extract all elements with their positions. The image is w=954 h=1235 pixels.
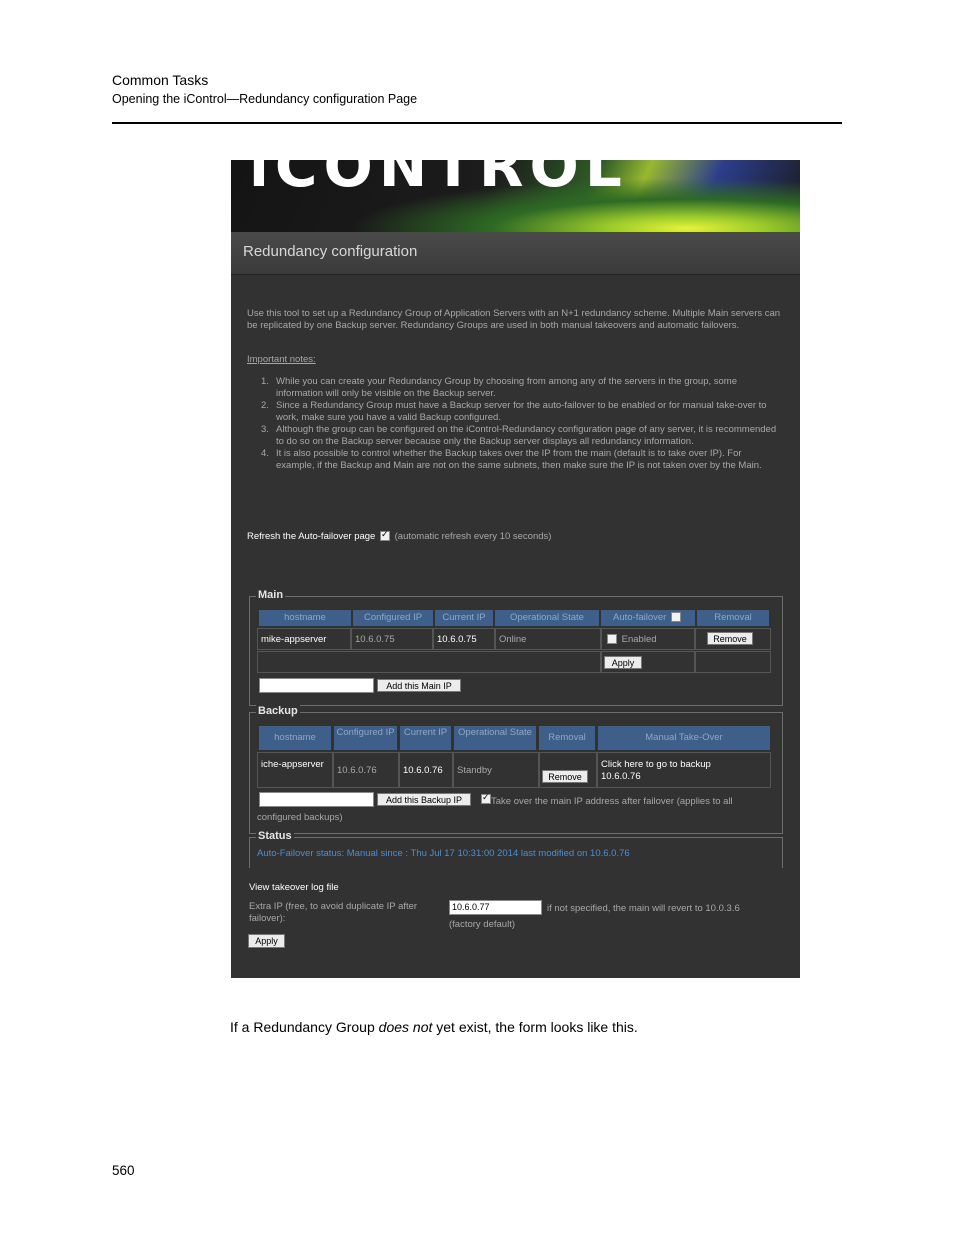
page-title: Redundancy configuration — [243, 243, 418, 260]
main-enabled-checkbox[interactable] — [607, 634, 617, 645]
running-header-subsection: Opening the iControl—Redundancy configur… — [112, 92, 418, 106]
main-apply-row — [257, 651, 601, 673]
intro-text: Use this tool to set up a Redundancy Gro… — [247, 308, 781, 331]
title-band: Redundancy configuration — [231, 232, 800, 275]
backup-legend: Backup — [256, 705, 300, 717]
main-state-cell: Online — [495, 628, 601, 650]
icontrol-logo: iCONTROL — [249, 160, 628, 200]
main-header-hostname: hostname — [259, 610, 351, 626]
status-text: Auto-Failover status: Manual since : Thu… — [257, 848, 630, 859]
main-configured-ip-cell: 10.6.0.75 — [351, 628, 433, 650]
refresh-row: Refresh the Auto-failover page (automati… — [247, 529, 552, 542]
note-item: 1. While you can create your Redundancy G… — [261, 376, 737, 399]
extra-ip-note: if not specified, the main will revert t… — [449, 903, 740, 930]
backup-state-cell: Standby — [453, 752, 539, 788]
main-apply-button[interactable]: Apply — [604, 656, 642, 669]
backup-header-hostname: hostname — [259, 726, 331, 750]
header-rule — [112, 122, 842, 124]
refresh-checkbox[interactable] — [379, 529, 390, 542]
main-ip-input[interactable] — [259, 678, 374, 693]
backup-current-ip-cell: 10.6.0.76 — [399, 752, 453, 788]
backup-takeover-link[interactable]: Click here to go to backup — [601, 759, 770, 771]
extra-ip-apply-button[interactable]: Apply — [248, 934, 285, 948]
note-item: 2. Since a Redundancy Group must have a B… — [261, 400, 767, 423]
icontrol-screenshot: iCONTROL Redundancy configuration Use th… — [231, 160, 800, 978]
main-header-auto-failover: Auto-failover — [601, 610, 695, 626]
takeover-ip-note: Take over the main IP address after fail… — [257, 796, 733, 823]
extra-ip-label: Extra IP (free, to avoid duplicate IP af… — [249, 901, 418, 924]
backup-header-manual-takeover: Manual Take-Over — [598, 726, 770, 750]
status-legend: Status — [256, 830, 294, 842]
main-header-configured-ip: Configured IP — [353, 610, 433, 626]
notes-list: 1. While you can create your Redundancy G… — [261, 376, 781, 472]
running-header-section: Common Tasks — [112, 72, 209, 88]
page-number: 560 — [112, 1163, 135, 1178]
refresh-label: Refresh the Auto-failover page — [247, 531, 376, 542]
backup-hostname-cell: iche-appserver — [257, 752, 333, 788]
auto-failover-all-checkbox[interactable] — [670, 612, 681, 623]
note-item: 3. Although the group can be configured o… — [261, 424, 777, 447]
main-legend: Main — [256, 589, 286, 601]
refresh-note: (automatic refresh every 10 seconds) — [394, 531, 552, 542]
backup-header-operational-state: Operational State — [454, 726, 536, 750]
figure-caption: If a Redundancy Group does not yet exist… — [230, 1019, 638, 1035]
main-current-ip-cell: 10.6.0.75 — [433, 628, 495, 650]
notes-heading: Important notes: — [247, 354, 316, 365]
main-remove-button[interactable]: Remove — [707, 632, 753, 645]
backup-header-removal: Removal — [539, 726, 595, 750]
main-header-operational-state: Operational State — [495, 610, 599, 626]
main-enabled-cell: Enabled — [601, 628, 695, 650]
icontrol-banner: iCONTROL — [231, 160, 800, 232]
main-header-removal: Removal — [697, 610, 769, 626]
backup-remove-button[interactable]: Remove — [542, 770, 588, 783]
backup-configured-ip-cell: 10.6.0.76 — [333, 752, 399, 788]
add-main-ip-button[interactable]: Add this Main IP — [377, 679, 461, 692]
backup-header-configured-ip: Configured IP — [334, 726, 397, 750]
view-log-link[interactable]: View takeover log file — [249, 882, 339, 893]
backup-takeover-ip[interactable]: 10.6.0.76 — [601, 771, 770, 783]
main-hostname-cell: mike-appserver — [257, 628, 351, 650]
main-header-current-ip: Current IP — [435, 610, 493, 626]
note-item: 4. It is also possible to control whether… — [261, 448, 762, 471]
backup-header-current-ip: Current IP — [400, 726, 451, 750]
backup-takeover-cell[interactable]: Click here to go to backup 10.6.0.76 — [597, 752, 771, 788]
main-empty-cell — [695, 651, 771, 673]
